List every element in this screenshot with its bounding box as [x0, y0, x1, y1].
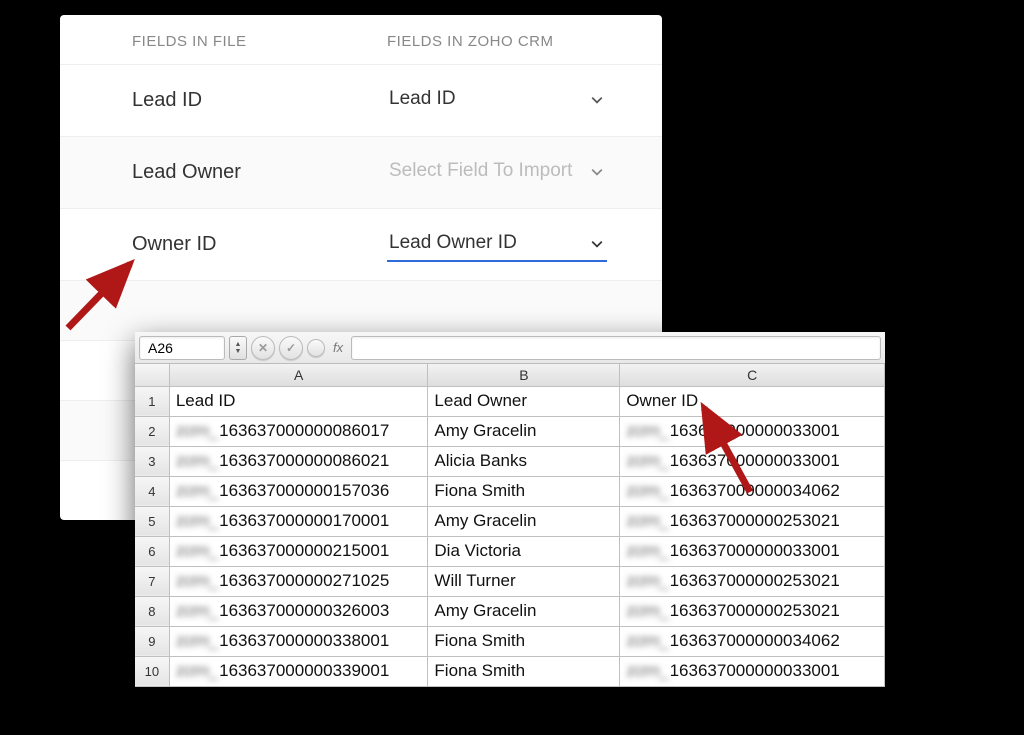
- formula-bar: A26 ▲▼ ✕ ✓ fx: [135, 332, 885, 364]
- cell[interactable]: zcrm_163637000000326003: [169, 596, 428, 626]
- select-all-corner[interactable]: [135, 364, 169, 386]
- cell[interactable]: zcrm_163637000000086017: [169, 416, 428, 446]
- crm-field-select-lead-id[interactable]: Lead ID: [387, 84, 607, 117]
- header-fields-in-crm: FIELDS IN ZOHO CRM: [387, 33, 554, 50]
- spreadsheet-grid: A B C 1Lead IDLead OwnerOwner ID2zcrm_16…: [135, 364, 885, 687]
- mapping-row-owner-id: Owner ID Lead Owner ID: [60, 208, 662, 280]
- cell[interactable]: zcrm_163637000000034062: [620, 476, 885, 506]
- cell[interactable]: zcrm_163637000000033001: [620, 536, 885, 566]
- row-header[interactable]: 5: [135, 506, 169, 536]
- row-header[interactable]: 10: [135, 656, 169, 686]
- header-fields-in-file: FIELDS IN FILE: [132, 33, 387, 50]
- cell[interactable]: zcrm_163637000000086021: [169, 446, 428, 476]
- file-field-label: Owner ID: [132, 233, 387, 256]
- cell[interactable]: zcrm_163637000000339001: [169, 656, 428, 686]
- cell[interactable]: Lead ID: [169, 386, 428, 416]
- row-header[interactable]: 2: [135, 416, 169, 446]
- row-header[interactable]: 9: [135, 626, 169, 656]
- row-header[interactable]: 7: [135, 566, 169, 596]
- cell[interactable]: zcrm_163637000000253021: [620, 566, 885, 596]
- crm-field-select-owner-id[interactable]: Lead Owner ID: [387, 228, 607, 262]
- row-header[interactable]: 4: [135, 476, 169, 506]
- cell[interactable]: Will Turner: [428, 566, 620, 596]
- row-header[interactable]: 3: [135, 446, 169, 476]
- chevron-down-icon: [591, 166, 603, 178]
- row-header[interactable]: 6: [135, 536, 169, 566]
- cell[interactable]: zcrm_163637000000034062: [620, 626, 885, 656]
- row-header[interactable]: 1: [135, 386, 169, 416]
- cell[interactable]: zcrm_163637000000033001: [620, 446, 885, 476]
- file-field-label: Lead ID: [132, 89, 387, 112]
- cell[interactable]: Fiona Smith: [428, 476, 620, 506]
- cell[interactable]: zcrm_163637000000338001: [169, 626, 428, 656]
- column-header-b[interactable]: B: [428, 364, 620, 386]
- cell[interactable]: zcrm_163637000000253021: [620, 596, 885, 626]
- cell[interactable]: Amy Gracelin: [428, 506, 620, 536]
- crm-field-select-lead-owner[interactable]: Select Field To Import: [387, 156, 607, 189]
- file-field-label: Lead Owner: [132, 161, 387, 184]
- cell-reference-box[interactable]: A26: [139, 336, 225, 360]
- cell[interactable]: Fiona Smith: [428, 656, 620, 686]
- cell[interactable]: Amy Gracelin: [428, 416, 620, 446]
- cell[interactable]: zcrm_163637000000215001: [169, 536, 428, 566]
- cell[interactable]: zcrm_163637000000033001: [620, 656, 885, 686]
- cell[interactable]: Fiona Smith: [428, 626, 620, 656]
- cell-reference-value: A26: [148, 340, 173, 356]
- mapping-header-row: FIELDS IN FILE FIELDS IN ZOHO CRM: [60, 15, 662, 64]
- cell[interactable]: zcrm_163637000000033001: [620, 416, 885, 446]
- crm-field-value: Lead Owner ID: [389, 232, 517, 253]
- chevron-down-icon: [591, 238, 603, 250]
- cell[interactable]: zcrm_163637000000157036: [169, 476, 428, 506]
- mapping-row-lead-id: Lead ID Lead ID: [60, 64, 662, 136]
- crm-field-placeholder: Select Field To Import: [389, 160, 572, 181]
- cell[interactable]: zcrm_163637000000253021: [620, 506, 885, 536]
- cell-reference-stepper[interactable]: ▲▼: [229, 336, 247, 360]
- fx-icon: fx: [329, 340, 347, 355]
- cancel-icon[interactable]: ✕: [251, 336, 275, 360]
- cell[interactable]: Lead Owner: [428, 386, 620, 416]
- cell[interactable]: Alicia Banks: [428, 446, 620, 476]
- column-header-a[interactable]: A: [169, 364, 428, 386]
- cell[interactable]: Owner ID: [620, 386, 885, 416]
- formula-input[interactable]: [351, 336, 881, 360]
- column-header-c[interactable]: C: [620, 364, 885, 386]
- spreadsheet-window: A26 ▲▼ ✕ ✓ fx A B C 1Lead IDLead OwnerOw…: [135, 332, 885, 687]
- cell[interactable]: Amy Gracelin: [428, 596, 620, 626]
- chevron-down-icon: [591, 94, 603, 106]
- mapping-row-empty: [60, 280, 662, 340]
- cell[interactable]: Dia Victoria: [428, 536, 620, 566]
- crm-field-value: Lead ID: [389, 88, 456, 109]
- cell[interactable]: zcrm_163637000000271025: [169, 566, 428, 596]
- mapping-row-lead-owner: Lead Owner Select Field To Import: [60, 136, 662, 208]
- row-header[interactable]: 8: [135, 596, 169, 626]
- cell[interactable]: zcrm_163637000000170001: [169, 506, 428, 536]
- formula-toggle-icon[interactable]: [307, 339, 325, 357]
- confirm-icon[interactable]: ✓: [279, 336, 303, 360]
